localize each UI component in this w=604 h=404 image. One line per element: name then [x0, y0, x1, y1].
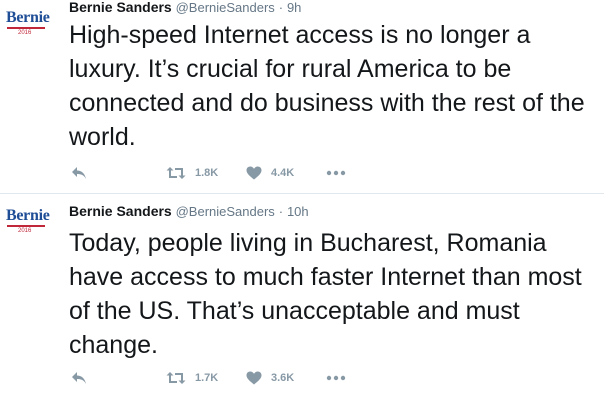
heart-icon: [246, 371, 262, 385]
retweet-button[interactable]: 1.8K: [166, 166, 246, 180]
author-name[interactable]: Bernie Sanders: [69, 0, 172, 15]
like-button[interactable]: 4.4K: [246, 166, 326, 180]
avatar-stripe: [7, 225, 45, 227]
retweet-icon: [166, 167, 186, 179]
retweet-icon: [166, 372, 186, 384]
avatar-stripe: [7, 27, 45, 29]
like-button[interactable]: 3.6K: [246, 371, 326, 385]
avatar-logo-text: Bernie: [6, 9, 50, 26]
author-name[interactable]: Bernie Sanders: [69, 203, 172, 219]
like-count: 3.6K: [271, 372, 295, 384]
tweet-actions: 1.7K 3.6K: [71, 370, 346, 386]
avatar[interactable]: Bernie 2016: [4, 207, 50, 235]
heart-icon: [246, 166, 262, 180]
avatar-year: 2016: [18, 228, 32, 234]
tweet-actions: 1.8K 4.4K: [71, 165, 346, 181]
tweet[interactable]: Bernie 2016 Bernie Sanders @BernieSander…: [0, 194, 604, 404]
more-button[interactable]: [326, 170, 346, 176]
tweet[interactable]: Bernie 2016 Bernie Sanders @BernieSander…: [0, 0, 604, 193]
reply-icon: [72, 167, 86, 179]
author-handle[interactable]: @BernieSanders: [176, 204, 275, 219]
author-handle[interactable]: @BernieSanders: [176, 0, 275, 15]
tweet-header: Bernie Sanders @BernieSanders · 9h: [69, 0, 301, 16]
timestamp[interactable]: 10h: [287, 204, 309, 219]
separator: ·: [278, 0, 284, 15]
like-count: 4.4K: [271, 167, 295, 179]
reply-button[interactable]: [71, 166, 166, 180]
avatar[interactable]: Bernie 2016: [4, 9, 50, 37]
timestamp[interactable]: 9h: [287, 0, 301, 15]
reply-button[interactable]: [71, 371, 166, 385]
retweet-count: 1.8K: [195, 167, 219, 179]
more-button[interactable]: [326, 375, 346, 381]
separator: ·: [278, 204, 284, 219]
tweet-header: Bernie Sanders @BernieSanders · 10h: [69, 203, 309, 220]
avatar-logo-text: Bernie: [6, 207, 50, 224]
tweet-text: High-speed Internet access is no longer …: [69, 21, 585, 151]
reply-icon: [72, 372, 86, 384]
avatar-year: 2016: [18, 30, 32, 36]
retweet-count: 1.7K: [195, 372, 219, 384]
tweet-text: Today, people living in Bucharest, Roman…: [69, 229, 582, 359]
more-icon: [326, 375, 346, 381]
retweet-button[interactable]: 1.7K: [166, 371, 246, 385]
more-icon: [326, 170, 346, 176]
